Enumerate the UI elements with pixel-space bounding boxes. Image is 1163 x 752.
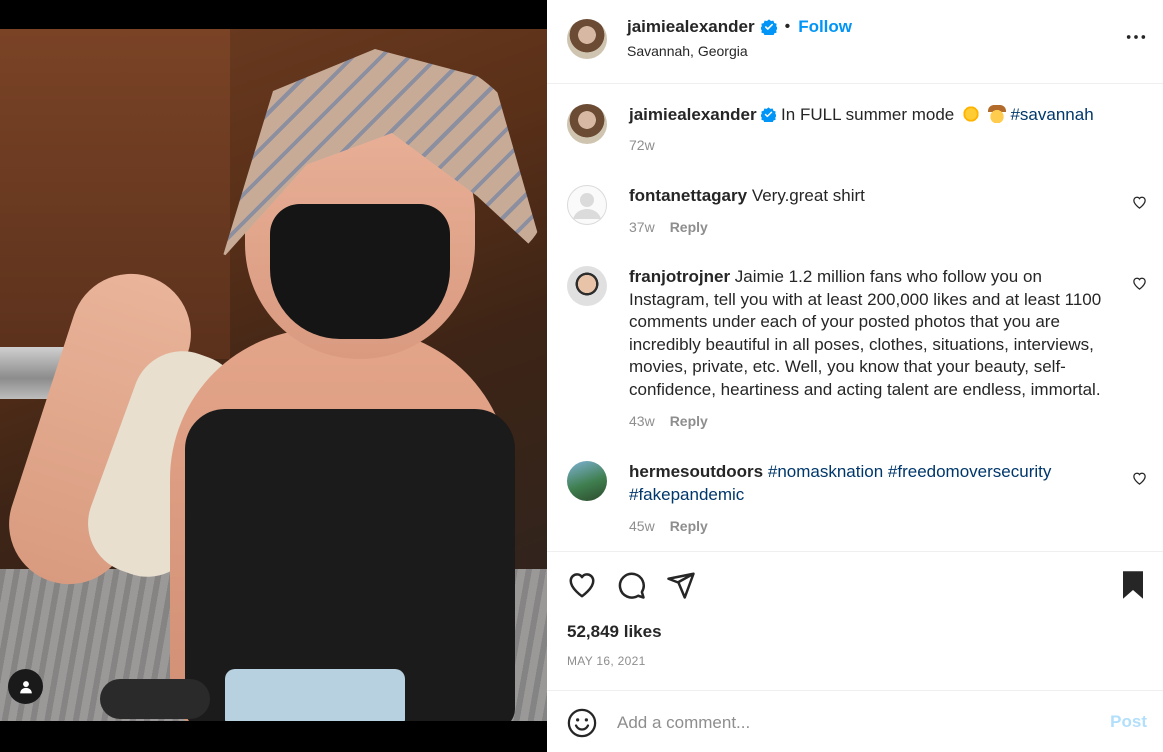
- comment-input[interactable]: [617, 709, 1067, 737]
- post-actions: 52,849 likes MAY 16, 2021: [547, 551, 1163, 691]
- user-tags-button[interactable]: [8, 669, 43, 704]
- cowboy-emoji: [987, 105, 1006, 123]
- reply-button[interactable]: Reply: [670, 413, 708, 429]
- share-icon[interactable]: [666, 570, 696, 600]
- comment-time[interactable]: 43w: [629, 413, 655, 429]
- like-comment-heart-icon[interactable]: [1132, 471, 1147, 486]
- add-comment-bar: Post: [547, 690, 1163, 752]
- emoji-icon[interactable]: [567, 708, 597, 738]
- follow-button[interactable]: Follow: [798, 17, 852, 37]
- comment-icon[interactable]: [616, 570, 646, 600]
- caption-text: In FULL summer mode: [781, 105, 955, 124]
- author-avatar[interactable]: [567, 19, 607, 59]
- comment-username[interactable]: hermesoutdoors: [629, 462, 763, 481]
- verified-badge-icon: [760, 19, 777, 35]
- verified-badge-icon: [761, 107, 777, 122]
- reply-button[interactable]: Reply: [670, 518, 708, 534]
- commenter-avatar[interactable]: [567, 461, 607, 501]
- author-username[interactable]: jaimiealexander: [627, 17, 755, 37]
- user-tag-icon: [19, 680, 32, 693]
- more-options-icon[interactable]: [1125, 26, 1147, 48]
- post-header: jaimiealexander • Follow Savannah, Georg…: [547, 0, 1163, 84]
- post-media: [0, 0, 547, 752]
- comments-list[interactable]: jaimiealexander In FULL summer mode #sav…: [547, 85, 1163, 550]
- comment-time[interactable]: 45w: [629, 518, 655, 534]
- comment-time[interactable]: 37w: [629, 219, 655, 235]
- post-photo[interactable]: [0, 29, 547, 721]
- post-location[interactable]: Savannah, Georgia: [627, 43, 748, 59]
- comment-text: Very.great shirt: [751, 186, 865, 205]
- default-avatar-icon: [567, 185, 607, 225]
- likes-count[interactable]: 52,849 likes: [567, 622, 662, 642]
- post-comment-button[interactable]: Post: [1110, 712, 1147, 732]
- comment-hashtags[interactable]: #nomasknation #freedomoversecurity: [768, 462, 1051, 481]
- commenter-avatar[interactable]: [567, 185, 607, 225]
- commenter-avatar[interactable]: [567, 266, 607, 306]
- comment-username[interactable]: fontanettagary: [629, 186, 747, 205]
- comment-hashtags[interactable]: #fakepandemic: [629, 485, 744, 504]
- reply-button[interactable]: Reply: [670, 219, 708, 235]
- like-comment-heart-icon[interactable]: [1132, 195, 1147, 210]
- sun-emoji: [962, 105, 980, 123]
- bookmark-icon[interactable]: [1119, 570, 1147, 600]
- like-comment-heart-icon[interactable]: [1132, 276, 1147, 291]
- caption-time[interactable]: 72w: [629, 137, 655, 153]
- caption-hashtag[interactable]: #savannah: [1010, 105, 1093, 124]
- post-date[interactable]: MAY 16, 2021: [567, 654, 646, 668]
- heart-icon[interactable]: [567, 570, 597, 600]
- comment-username[interactable]: franjotrojner: [629, 267, 730, 286]
- post-details-panel: jaimiealexander • Follow Savannah, Georg…: [547, 0, 1163, 752]
- comment-text: Jaimie 1.2 million fans who follow you o…: [629, 267, 1102, 399]
- caption-username[interactable]: jaimiealexander: [629, 105, 757, 124]
- caption-avatar[interactable]: [567, 104, 607, 144]
